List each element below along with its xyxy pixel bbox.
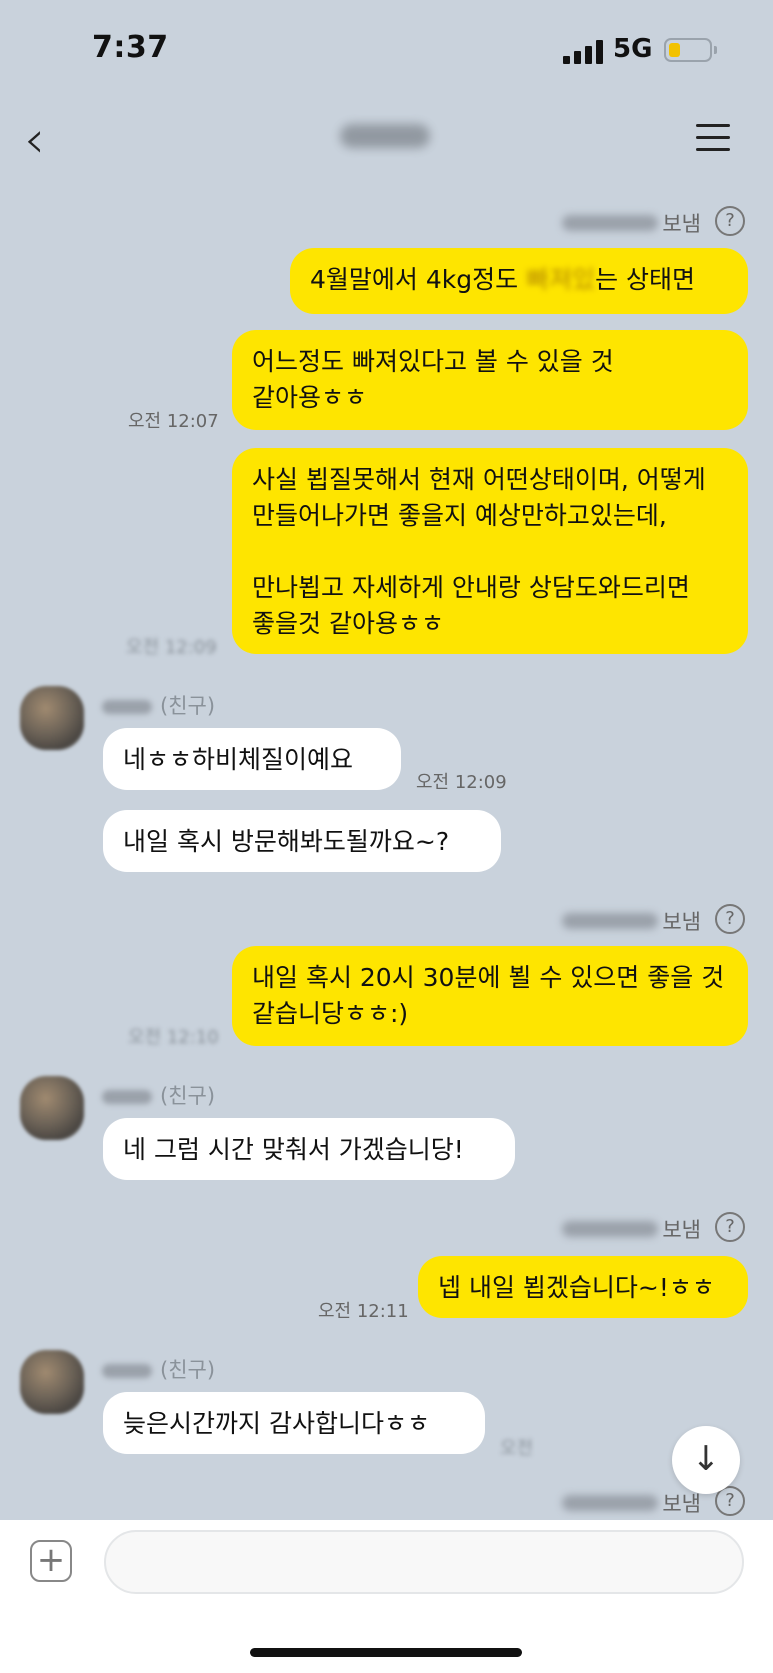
message-input[interactable] bbox=[104, 1530, 744, 1594]
message-bubble[interactable]: 네ㅎㅎ하비체질이예요 bbox=[103, 728, 401, 790]
friend-name: (친구) bbox=[102, 1080, 215, 1110]
help-icon[interactable]: ? bbox=[715, 904, 745, 934]
message-bubble[interactable]: 늦은시간까지 감사합니다ㅎㅎ bbox=[103, 1392, 485, 1454]
message-time: 오전 12:09 bbox=[126, 637, 217, 658]
message-time: 오전 12:10 bbox=[128, 1027, 219, 1048]
help-icon[interactable]: ? bbox=[715, 1212, 745, 1242]
message-bubble[interactable]: 4월말에서 4kg정도 빠져있는 상태면 bbox=[290, 248, 748, 314]
help-icon[interactable]: ? bbox=[715, 206, 745, 236]
message-bubble[interactable]: 어느정도 빠져있다고 볼 수 있을 것 같아용ㅎㅎ bbox=[232, 330, 748, 430]
friend-name: (친구) bbox=[102, 1354, 215, 1384]
message-time: 오전 12:11 bbox=[318, 1301, 409, 1322]
friend-avatar[interactable] bbox=[20, 1076, 84, 1140]
sent-indicator: 보냄 ? bbox=[562, 1486, 745, 1516]
message-time: 오전 bbox=[500, 1438, 534, 1459]
message-bubble[interactable]: 내일 혹시 방문해봐도될까요~? bbox=[103, 810, 501, 872]
friend-name: (친구) bbox=[102, 690, 215, 720]
chat-area[interactable]: 보냄 ? 4월말에서 4kg정도 빠져있는 상태면 어느정도 빠져있다고 볼 수… bbox=[0, 0, 773, 1520]
message-bubble[interactable]: 내일 혹시 20시 30분에 뵐 수 있으면 좋을 것 같습니당ㅎㅎ:) bbox=[232, 946, 748, 1046]
plus-icon[interactable]: + bbox=[30, 1540, 72, 1582]
message-bubble[interactable]: 사실 뵙질못해서 현재 어떤상태이며, 어떻게 만들어나가면 좋을지 예상만하고… bbox=[232, 448, 748, 654]
friend-avatar[interactable] bbox=[20, 1350, 84, 1414]
sent-indicator: 보냄 ? bbox=[562, 1212, 745, 1242]
friend-avatar[interactable] bbox=[20, 686, 84, 750]
message-time: 오전 12:09 bbox=[416, 772, 507, 793]
sent-indicator: 보냄 ? bbox=[562, 206, 745, 236]
input-bar: + bbox=[0, 1520, 773, 1673]
home-indicator bbox=[250, 1648, 522, 1657]
message-bubble[interactable]: 네 그럼 시간 맞춰서 가겠습니당! bbox=[103, 1118, 515, 1180]
scroll-down-button[interactable]: ↓ bbox=[672, 1426, 740, 1494]
message-time: 오전 12:07 bbox=[128, 411, 219, 432]
sent-indicator: 보냄 ? bbox=[562, 904, 745, 934]
message-bubble[interactable]: 넵 내일 뵙겠습니다~!ㅎㅎ bbox=[418, 1256, 748, 1318]
